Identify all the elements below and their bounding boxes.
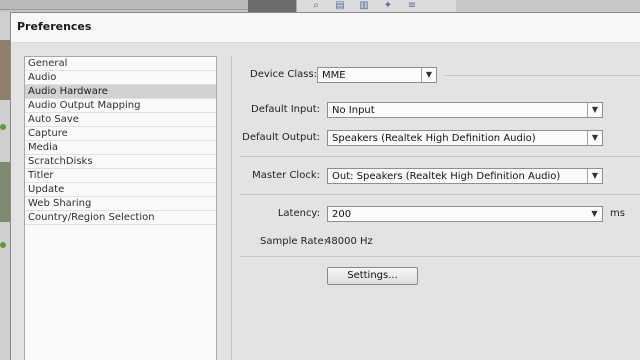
- dialog-titlebar: Preferences: [11, 13, 640, 43]
- default-output-select[interactable]: Speakers (Realtek High Definition Audio)…: [327, 130, 603, 146]
- master-clock-select[interactable]: Out: Speakers (Realtek High Definition A…: [327, 168, 603, 184]
- background-app-area: [456, 0, 640, 12]
- device-class-label: Device Class:: [250, 69, 318, 80]
- sample-rate-label: Sample Rate:: [260, 236, 327, 247]
- category-list[interactable]: General Audio Audio Hardware Audio Outpu…: [24, 56, 217, 360]
- dialog-title: Preferences: [17, 20, 92, 33]
- chevron-down-icon[interactable]: ▼: [421, 68, 436, 82]
- category-scratch-disks[interactable]: ScratchDisks: [25, 155, 216, 169]
- divider: [444, 75, 640, 76]
- background-toolbar: ⌕ ▤ ▥ ✦ ≡: [296, 0, 456, 12]
- status-dot-icon: [0, 242, 6, 248]
- divider: [240, 156, 640, 157]
- category-capture[interactable]: Capture: [25, 127, 216, 141]
- latency-value: 200: [332, 209, 352, 220]
- settings-button[interactable]: Settings...: [327, 267, 418, 285]
- latency-unit: ms: [610, 208, 625, 219]
- divider: [240, 256, 640, 257]
- new-item-icon[interactable]: ▤: [331, 0, 349, 12]
- latency-label: Latency:: [277, 208, 320, 219]
- latency-select[interactable]: 200 ▼: [327, 206, 603, 222]
- category-auto-save[interactable]: Auto Save: [25, 113, 216, 127]
- category-general[interactable]: General: [25, 57, 216, 71]
- background-panel-header: [0, 0, 248, 10]
- device-class-select[interactable]: MME ▼: [317, 67, 437, 83]
- pin-icon[interactable]: ✦: [379, 0, 397, 12]
- divider: [240, 194, 640, 195]
- device-class-value: MME: [322, 70, 346, 81]
- category-titler[interactable]: Titler: [25, 169, 216, 183]
- master-clock-label: Master Clock:: [252, 170, 320, 181]
- default-output-label: Default Output:: [242, 132, 320, 143]
- category-media[interactable]: Media: [25, 141, 216, 155]
- chevron-down-icon[interactable]: ▼: [587, 131, 602, 145]
- default-input-value: No Input: [332, 105, 375, 116]
- category-web-sharing[interactable]: Web Sharing: [25, 197, 216, 211]
- status-dot-icon: [0, 124, 6, 130]
- background-thumbnail: [0, 40, 10, 100]
- menu-icon[interactable]: ≡: [403, 0, 421, 12]
- background-panel-dark: [248, 0, 296, 12]
- category-update[interactable]: Update: [25, 183, 216, 197]
- default-input-select[interactable]: No Input ▼: [327, 102, 603, 118]
- chevron-down-icon[interactable]: ▼: [587, 207, 602, 221]
- master-clock-value: Out: Speakers (Realtek High Definition A…: [332, 171, 561, 182]
- default-output-value: Speakers (Realtek High Definition Audio): [332, 133, 536, 144]
- category-audio-hardware[interactable]: Audio Hardware: [25, 85, 216, 99]
- default-input-label: Default Input:: [251, 104, 320, 115]
- background-thumbnail: [0, 162, 10, 222]
- audio-hardware-pane: Device Class: MME ▼ Default Input: No In…: [231, 56, 640, 360]
- preferences-dialog: Preferences General Audio Audio Hardware…: [10, 12, 640, 360]
- chevron-down-icon[interactable]: ▼: [587, 103, 602, 117]
- chevron-down-icon[interactable]: ▼: [587, 169, 602, 183]
- background-window-edge: [0, 12, 10, 360]
- category-audio[interactable]: Audio: [25, 71, 216, 85]
- category-audio-output-mapping[interactable]: Audio Output Mapping: [25, 99, 216, 113]
- delete-icon[interactable]: ▥: [355, 0, 373, 12]
- category-country-region[interactable]: Country/Region Selection: [25, 211, 216, 225]
- search-icon[interactable]: ⌕: [307, 0, 325, 12]
- sample-rate-value: 48000 Hz: [325, 236, 373, 247]
